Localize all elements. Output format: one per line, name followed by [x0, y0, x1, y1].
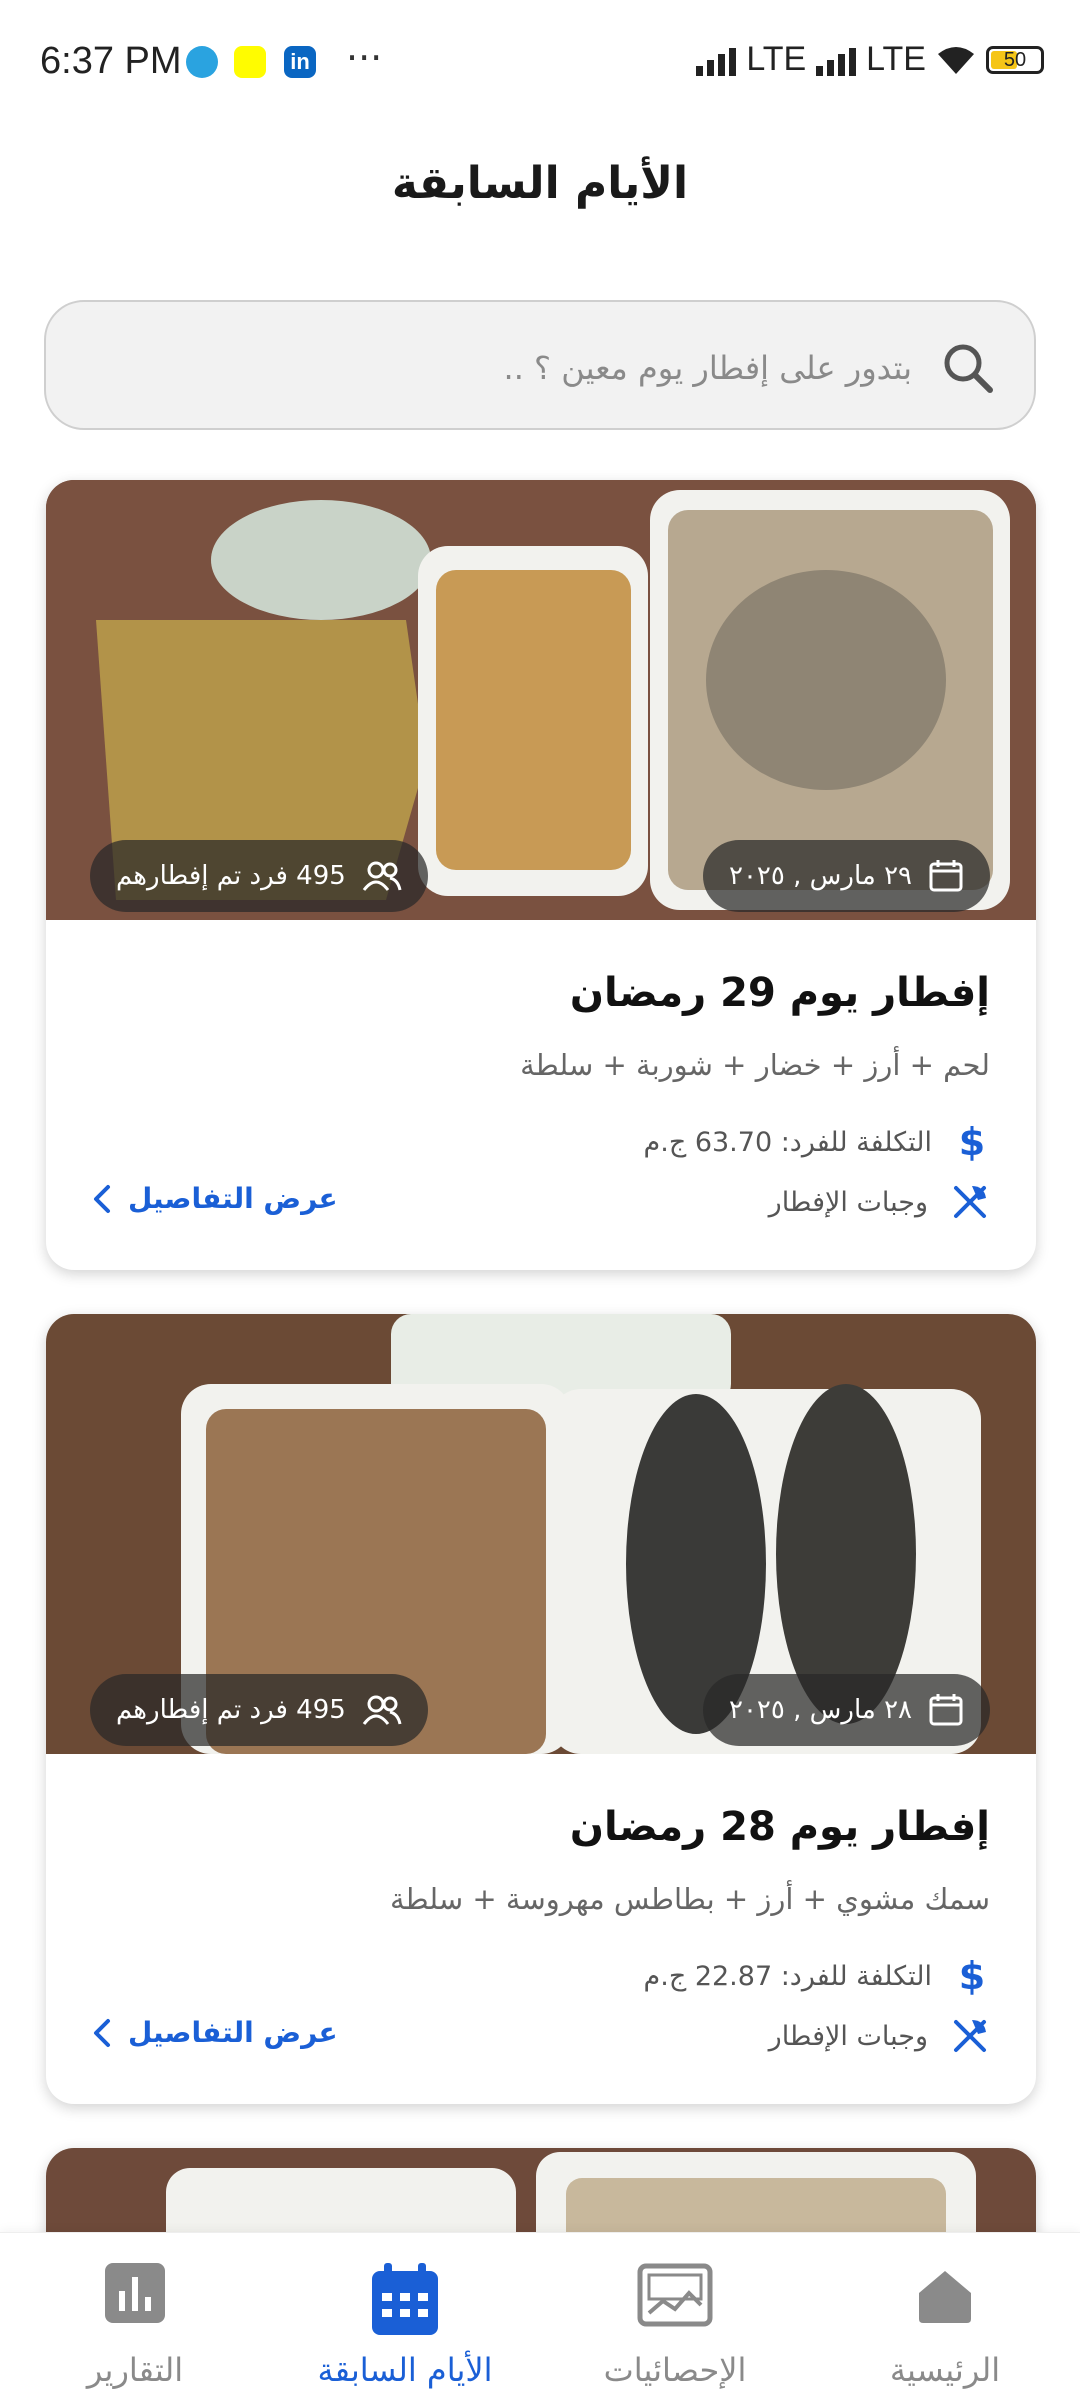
meals-row: وجبات الإفطار	[769, 1182, 990, 1222]
date-badge: ٢٩ مارس , ٢٠٢٥	[703, 840, 990, 912]
nav-label: الإحصائيات	[603, 2351, 747, 2389]
nav-item-statistics[interactable]: الإحصائيات	[540, 2233, 810, 2401]
utensils-icon	[954, 1186, 986, 1218]
home-icon	[919, 2271, 971, 2323]
search-icon	[944, 344, 993, 393]
cost-per-person: التكلفة للفرد: 63.70 ج.م	[643, 1126, 932, 1158]
bar-chart-icon	[105, 2263, 165, 2323]
network-label: LTE	[746, 40, 807, 78]
linkedin-icon: in	[284, 46, 316, 78]
nav-label: التقارير	[86, 2351, 184, 2389]
signal-icon	[696, 44, 737, 76]
battery-icon: 50	[986, 45, 1044, 74]
wifi-icon	[938, 46, 974, 74]
cost-row: $ التكلفة للفرد: 22.87 ج.م	[644, 1954, 990, 1998]
meals-label: وجبات الإفطار	[768, 2020, 928, 2052]
meal-date: ٢٩ مارس , ٢٠٢٥	[729, 861, 912, 891]
search-input[interactable]	[110, 332, 914, 404]
dollar-icon: $	[958, 1120, 986, 1164]
snapchat-icon	[234, 46, 266, 78]
telegram-icon	[186, 46, 218, 78]
chevron-left-icon	[94, 2018, 110, 2047]
meal-title: إفطار يوم 28 رمضان	[569, 1804, 990, 1850]
card-body: إفطار يوم 28 رمضان سمك مشوي + أرز + بطاط…	[46, 1754, 1036, 2104]
signal-icon	[816, 44, 857, 76]
people-count: 495 فرد تم إفطارهم	[116, 861, 346, 891]
search-bar[interactable]	[44, 300, 1036, 430]
chevron-left-icon	[94, 1184, 110, 1213]
chart-image-icon	[637, 2263, 713, 2327]
people-count-badge: 495 فرد تم إفطارهم	[90, 840, 428, 912]
nav-item-home[interactable]: الرئيسية	[810, 2233, 1080, 2401]
date-badge: ٢٨ مارس , ٢٠٢٥	[703, 1674, 990, 1746]
people-icon	[362, 1695, 402, 1725]
bottom-nav: الرئيسية الإحصائيات الأيام السابقة التقا…	[0, 2232, 1080, 2401]
people-icon	[362, 861, 402, 891]
status-bar: 6:37 PM in ··· LTE LTE 50	[0, 0, 1080, 128]
meals-label: وجبات الإفطار	[768, 1186, 928, 1218]
cost-row: $ التكلفة للفرد: 63.70 ج.م	[644, 1120, 990, 1164]
network-label: LTE	[866, 40, 926, 78]
dollar-icon: $	[958, 1954, 986, 1998]
meal-card[interactable]: ٢٨ مارس , ٢٠٢٥ 495 فرد تم إفطارهم إفطار …	[46, 1314, 1036, 2104]
nav-label: الأيام السابقة	[317, 2351, 493, 2389]
meal-card[interactable]: ٢٩ مارس , ٢٠٢٥ 495 فرد تم إفطارهم إفطار …	[46, 480, 1036, 1270]
calendar-icon	[372, 2263, 438, 2335]
nav-item-reports[interactable]: التقارير	[0, 2233, 270, 2401]
details-label: عرض التفاصيل	[128, 1182, 338, 1215]
view-details-link[interactable]: عرض التفاصيل	[92, 1182, 338, 1215]
meal-date: ٢٨ مارس , ٢٠٢٥	[729, 1695, 912, 1725]
meal-description: سمك مشوي + أرز + بطاطس مهروسة + سلطة	[389, 1882, 990, 1916]
meal-description: لحم + أرز + خضار + شوربة + سلطة	[520, 1048, 990, 1082]
more-notifications-icon: ···	[346, 36, 383, 80]
status-time: 6:37 PM	[40, 40, 182, 82]
calendar-outline-icon	[929, 860, 963, 892]
nav-item-previous-days[interactable]: الأيام السابقة	[270, 2233, 540, 2401]
page-title: الأيام السابقة	[391, 158, 689, 209]
view-details-link[interactable]: عرض التفاصيل	[92, 2016, 338, 2049]
people-count-badge: 495 فرد تم إفطارهم	[90, 1674, 428, 1746]
meals-row: وجبات الإفطار	[769, 2016, 990, 2056]
details-label: عرض التفاصيل	[128, 2016, 338, 2049]
nav-label: الرئيسية	[889, 2351, 1001, 2389]
people-count: 495 فرد تم إفطارهم	[116, 1695, 346, 1725]
calendar-outline-icon	[929, 1694, 963, 1726]
status-right: LTE LTE 50	[696, 40, 1044, 79]
cost-per-person: التكلفة للفرد: 22.87 ج.م	[643, 1960, 932, 1992]
meal-title: إفطار يوم 29 رمضان	[569, 970, 990, 1016]
card-body: إفطار يوم 29 رمضان لحم + أرز + خضار + شو…	[46, 920, 1036, 1270]
utensils-icon	[954, 2020, 986, 2052]
